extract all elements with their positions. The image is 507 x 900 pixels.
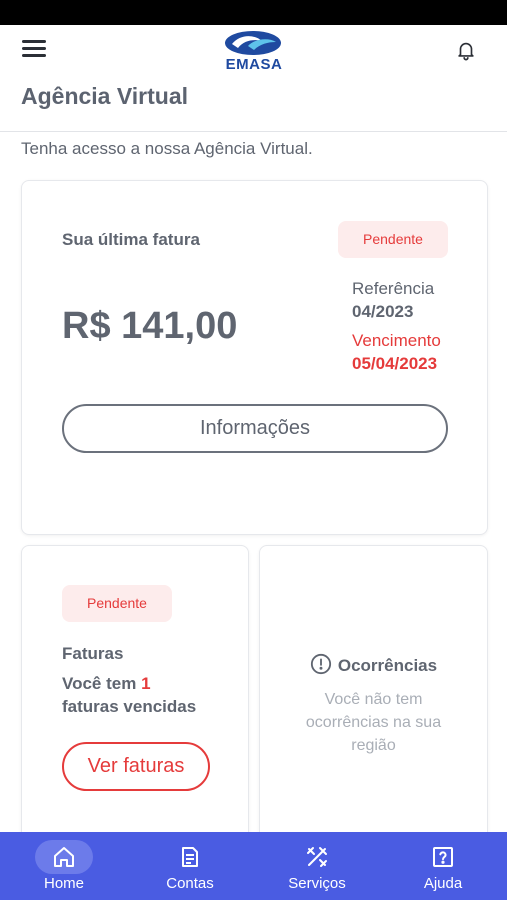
overdue-text-suffix: faturas vencidas xyxy=(62,697,197,716)
last-invoice-card: Sua última fatura Pendente R$ 141,00 Ref… xyxy=(21,180,488,535)
intro-text: Tenha acesso a nossa Agência Virtual. xyxy=(21,139,313,158)
help-icon xyxy=(433,847,453,867)
nav-item-ajuda[interactable]: Ajuda xyxy=(393,832,493,900)
page-title: Agência Virtual xyxy=(21,83,189,109)
menu-button[interactable] xyxy=(22,40,48,60)
hamburger-icon xyxy=(22,40,46,43)
nav-item-contas[interactable]: Contas xyxy=(140,832,240,900)
invoice-label: Sua última fatura xyxy=(62,230,200,249)
occurrences-card[interactable]: Ocorrências Você não tem ocorrências na … xyxy=(259,545,488,845)
brand-logo: EMASA xyxy=(218,30,290,74)
status-badge: Pendente xyxy=(338,221,448,258)
bottom-navigation: Home Contas Serviços Ajuda xyxy=(0,832,507,900)
reference-value: 04/2023 xyxy=(352,302,414,321)
occurrences-heading: Ocorrências xyxy=(260,653,487,676)
invoice-amount: R$ 141,00 xyxy=(62,305,238,347)
due-date-value: 05/04/2023 xyxy=(352,354,438,373)
alert-circle-icon xyxy=(310,653,331,675)
overdue-text-prefix: Você tem xyxy=(62,674,142,693)
bills-card: Pendente Faturas Você tem 1 faturas venci… xyxy=(21,545,249,845)
nav-label-ajuda: Ajuda xyxy=(423,875,463,892)
brand-name: EMASA xyxy=(225,56,283,73)
nav-label-contas: Contas xyxy=(166,875,214,892)
nav-item-servicos[interactable]: Serviços xyxy=(267,832,367,900)
occurrences-message: Você não tem ocorrências na sua região xyxy=(305,691,442,754)
information-button[interactable]: Informações xyxy=(62,404,448,453)
document-icon xyxy=(182,847,198,867)
home-icon xyxy=(54,847,74,867)
status-badge: Pendente xyxy=(62,585,172,622)
overdue-count: 1 xyxy=(141,674,151,693)
bills-title: Faturas xyxy=(62,644,124,663)
nav-label-home: Home xyxy=(43,875,84,892)
logo-mark xyxy=(225,31,281,55)
tools-icon xyxy=(307,847,327,867)
bell-icon xyxy=(458,42,474,61)
nav-label-servicos: Serviços xyxy=(288,875,346,892)
notifications-button[interactable] xyxy=(455,39,477,61)
occurrences-title: Ocorrências xyxy=(337,656,438,675)
reference-label: Referência xyxy=(352,279,435,298)
view-bills-button[interactable]: Ver faturas xyxy=(62,742,210,791)
due-date-label: Vencimento xyxy=(352,331,441,350)
nav-item-home[interactable]: Home xyxy=(14,832,114,900)
app-header: EMASA Agência Virtual xyxy=(0,25,507,132)
overdue-bills-text: Você tem 1 faturas vencidas xyxy=(62,672,232,718)
status-bar xyxy=(0,0,507,25)
